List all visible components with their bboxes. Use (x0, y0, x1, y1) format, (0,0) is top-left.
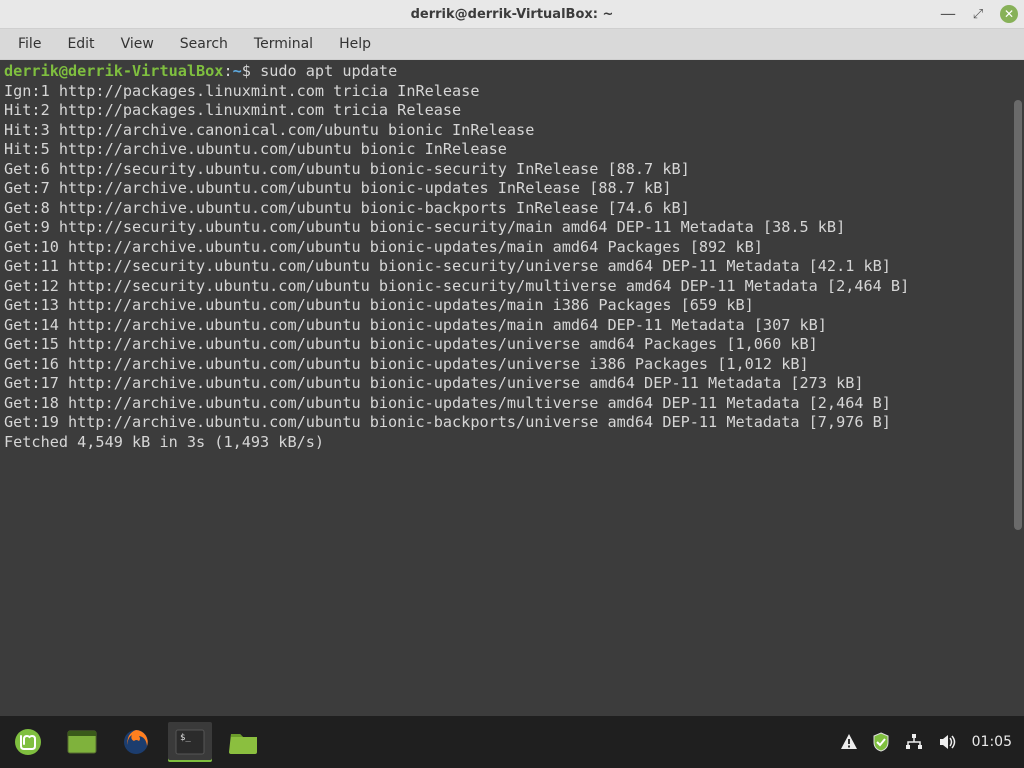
output-line: Get:6 http://security.ubuntu.com/ubuntu … (4, 160, 1008, 180)
output-line: Get:15 http://archive.ubuntu.com/ubuntu … (4, 335, 1008, 355)
sound-tray[interactable] (938, 733, 958, 751)
firefox-icon (122, 728, 150, 756)
shield-tray[interactable] (872, 732, 890, 752)
svg-text:$_: $_ (180, 733, 191, 743)
network-tray[interactable] (904, 733, 924, 751)
taskbar-left: $_ (6, 722, 266, 762)
menu-view[interactable]: View (109, 32, 166, 56)
sound-icon (938, 733, 958, 751)
alert-tray[interactable] (840, 733, 858, 751)
output-line: Get:18 http://archive.ubuntu.com/ubuntu … (4, 394, 1008, 414)
output-line: Hit:3 http://archive.canonical.com/ubunt… (4, 121, 1008, 141)
output-line: Get:8 http://archive.ubuntu.com/ubuntu b… (4, 199, 1008, 219)
output-line: Get:19 http://archive.ubuntu.com/ubuntu … (4, 413, 1008, 433)
minimize-button[interactable]: — (940, 6, 956, 22)
menu-terminal[interactable]: Terminal (242, 32, 325, 56)
menu-edit[interactable]: Edit (55, 32, 106, 56)
taskbar: $_ (0, 716, 1024, 768)
prompt-line: derrik@derrik-VirtualBox:~$ sudo apt upd… (4, 62, 1008, 82)
firefox-button[interactable] (114, 722, 158, 762)
maximize-button[interactable]: ⤢ (970, 6, 986, 22)
alert-icon (840, 733, 858, 751)
output-line: Get:9 http://security.ubuntu.com/ubuntu … (4, 218, 1008, 238)
terminal-window: derrik@derrik-VirtualBox: ~ — ⤢ ✕ File E… (0, 0, 1024, 716)
output-line: Get:11 http://security.ubuntu.com/ubuntu… (4, 257, 1008, 277)
prompt-command: sudo apt update (260, 62, 397, 80)
output-line: Get:16 http://archive.ubuntu.com/ubuntu … (4, 355, 1008, 375)
close-icon: ✕ (1004, 7, 1014, 21)
menu-file[interactable]: File (6, 32, 53, 56)
output-line: Get:14 http://archive.ubuntu.com/ubuntu … (4, 316, 1008, 336)
output-line: Fetched 4,549 kB in 3s (1,493 kB/s) (4, 433, 1008, 453)
prompt-sigil: $ (242, 62, 260, 80)
output-line: Get:13 http://archive.ubuntu.com/ubuntu … (4, 296, 1008, 316)
mint-menu-button[interactable] (6, 722, 50, 762)
show-desktop-icon (67, 730, 97, 754)
titlebar[interactable]: derrik@derrik-VirtualBox: ~ — ⤢ ✕ (0, 0, 1024, 29)
taskbar-right: 01:05 (840, 732, 1018, 752)
terminal-content[interactable]: derrik@derrik-VirtualBox:~$ sudo apt upd… (0, 60, 1012, 716)
prompt-sep: : (223, 62, 232, 80)
output-line: Get:17 http://archive.ubuntu.com/ubuntu … (4, 374, 1008, 394)
folder-icon (229, 730, 259, 754)
output-line: Hit:5 http://archive.ubuntu.com/ubuntu b… (4, 140, 1008, 160)
mint-menu-icon (14, 728, 42, 756)
scrollbar[interactable] (1012, 60, 1024, 716)
menubar: File Edit View Search Terminal Help (0, 29, 1024, 60)
taskbar-clock[interactable]: 01:05 (972, 734, 1018, 750)
output-line: Ign:1 http://packages.linuxmint.com tric… (4, 82, 1008, 102)
output-line: Get:12 http://security.ubuntu.com/ubuntu… (4, 277, 1008, 297)
maximize-icon: ⤢ (973, 7, 983, 22)
prompt-path: ~ (233, 62, 242, 80)
terminal-task-button[interactable]: $_ (168, 722, 212, 762)
window-title: derrik@derrik-VirtualBox: ~ (411, 7, 614, 22)
output-line: Get:7 http://archive.ubuntu.com/ubuntu b… (4, 179, 1008, 199)
show-desktop-button[interactable] (60, 722, 104, 762)
terminal-icon: $_ (175, 729, 205, 755)
files-button[interactable] (222, 722, 266, 762)
shield-icon (872, 732, 890, 752)
menu-help[interactable]: Help (327, 32, 383, 56)
prompt-userhost: derrik@derrik-VirtualBox (4, 62, 223, 80)
titlebar-controls: — ⤢ ✕ (940, 0, 1018, 28)
scroll-thumb[interactable] (1014, 100, 1022, 530)
terminal-area: derrik@derrik-VirtualBox:~$ sudo apt upd… (0, 60, 1024, 716)
output-line: Hit:2 http://packages.linuxmint.com tric… (4, 101, 1008, 121)
close-button[interactable]: ✕ (1000, 5, 1018, 23)
output-line: Get:10 http://archive.ubuntu.com/ubuntu … (4, 238, 1008, 258)
network-icon (904, 733, 924, 751)
menu-search[interactable]: Search (168, 32, 240, 56)
